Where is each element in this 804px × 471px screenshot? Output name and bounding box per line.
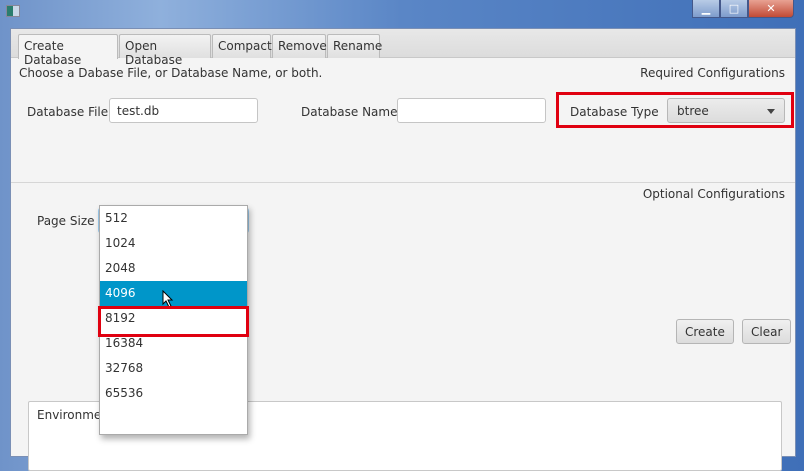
option-4096[interactable]: 4096 (100, 281, 247, 308)
annotation-highlight-4096 (98, 306, 249, 337)
database-file-label: Database File (27, 105, 109, 119)
tab-create-database[interactable]: Create Database (18, 34, 118, 67)
database-file-input[interactable]: test.db (109, 98, 258, 123)
instruction-text: Choose a Dabase File, or Database Name, … (19, 66, 323, 80)
option-32768[interactable]: 32768 (100, 356, 247, 381)
page-size-label: Page Size (37, 214, 95, 228)
tab-open-database[interactable]: Open Database (119, 34, 211, 67)
required-heading: Required Configurations (640, 66, 785, 80)
create-button[interactable]: Create (676, 319, 734, 344)
option-4096-label: 4096 (105, 286, 136, 300)
tab-remove[interactable]: Remove (272, 34, 327, 58)
tab-rename[interactable]: Rename (327, 34, 382, 58)
app-icon (6, 5, 20, 17)
chevron-down-icon (767, 109, 775, 114)
clear-button[interactable]: Clear (742, 319, 792, 344)
close-button[interactable]: ✕ (748, 0, 794, 18)
optional-heading: Optional Configurations (642, 187, 785, 201)
option-512[interactable]: 512 (100, 206, 247, 231)
maximize-button[interactable]: □ (720, 0, 748, 18)
divider (11, 182, 795, 183)
database-type-label: Database Type (570, 105, 659, 119)
database-name-input[interactable] (397, 98, 546, 123)
database-type-value: btree (677, 104, 709, 118)
option-65536[interactable]: 65536 (100, 381, 247, 406)
database-type-select[interactable]: btree (667, 98, 785, 123)
main-panel: Create Database Open Database Compact Re… (10, 28, 796, 471)
minimize-button[interactable]: ▁ (692, 0, 720, 18)
option-2048[interactable]: 2048 (100, 256, 247, 281)
option-1024[interactable]: 1024 (100, 231, 247, 256)
window-controls: ▁ □ ✕ (692, 0, 794, 18)
tab-bar: Create Database Open Database Compact Re… (11, 29, 795, 67)
tab-compact[interactable]: Compact (212, 34, 272, 58)
database-name-label: Database Name (301, 105, 398, 119)
